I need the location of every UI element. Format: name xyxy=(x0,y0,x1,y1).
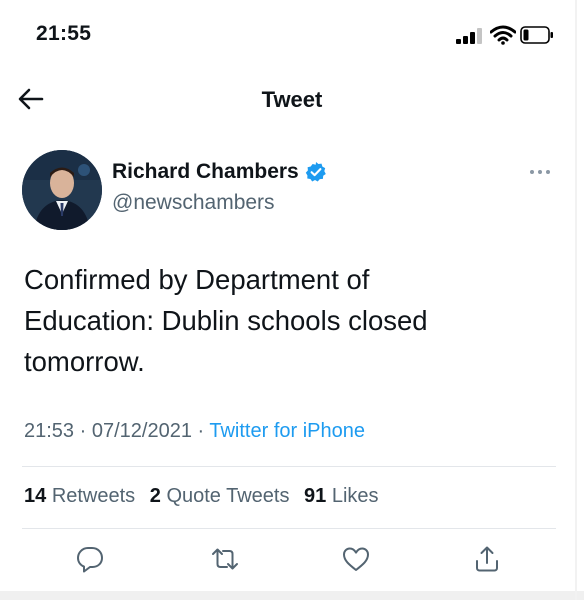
battery-icon xyxy=(520,26,553,44)
tweet-text-line: tomorrow. xyxy=(24,346,145,377)
tweet-meta: 21:53 · 07/12/2021 · Twitter for iPhone xyxy=(24,420,365,443)
quote-tweets-stat[interactable]: 2 Quote Tweets xyxy=(150,485,290,507)
tweet-text-line: Education: Dublin schools closed xyxy=(24,305,428,336)
divider xyxy=(22,528,556,529)
verified-badge-icon xyxy=(305,162,326,182)
like-button[interactable] xyxy=(339,542,373,576)
share-button[interactable] xyxy=(470,542,504,576)
quote-tweets-count: 2 xyxy=(149,485,161,507)
bottom-edge xyxy=(0,591,584,600)
likes-stat[interactable]: 91 Likes xyxy=(304,485,379,507)
tweet-text: Confirmed by Department of Education: Du… xyxy=(24,259,544,382)
right-edge xyxy=(575,0,577,600)
tweet-time: 21:53 xyxy=(24,420,75,442)
likes-count: 91 xyxy=(304,485,327,507)
retweets-stat[interactable]: 14 Retweets xyxy=(24,485,135,507)
retweet-button[interactable] xyxy=(208,542,242,576)
retweet-icon xyxy=(212,548,238,570)
tweet-source-link[interactable]: Twitter for iPhone xyxy=(209,420,365,442)
status-time: 21:55 xyxy=(36,22,92,45)
cellular-signal-icon xyxy=(456,28,482,44)
quote-tweets-label: Quote Tweets xyxy=(166,485,290,507)
status-bar: 21:55 xyxy=(0,0,584,70)
likes-label: Likes xyxy=(331,485,379,507)
tweet-stats: 14 Retweets 2 Quote Tweets 91 Likes xyxy=(24,485,388,508)
tweet-date: 07/12/2021 xyxy=(91,420,192,442)
tweet-text-line: Confirmed by Department of xyxy=(24,264,370,295)
avatar[interactable] xyxy=(22,150,102,230)
more-options-icon[interactable] xyxy=(526,164,554,180)
retweets-count: 14 xyxy=(24,485,47,507)
reply-button[interactable] xyxy=(73,542,107,576)
divider xyxy=(22,466,556,467)
meta-separator: · xyxy=(191,420,210,442)
reply-icon xyxy=(77,547,103,573)
profile-photo xyxy=(22,150,102,230)
meta-separator: · xyxy=(74,420,92,442)
author-name[interactable]: Richard Chambers xyxy=(112,160,327,184)
wifi-icon xyxy=(490,25,516,45)
author-name-text: Richard Chambers xyxy=(112,160,299,183)
nav-bar: Tweet xyxy=(0,70,584,130)
share-icon xyxy=(476,546,498,572)
author-handle[interactable]: @newschambers xyxy=(112,191,275,215)
like-icon xyxy=(343,547,369,571)
page-title: Tweet xyxy=(261,87,323,112)
retweets-label: Retweets xyxy=(51,485,136,507)
